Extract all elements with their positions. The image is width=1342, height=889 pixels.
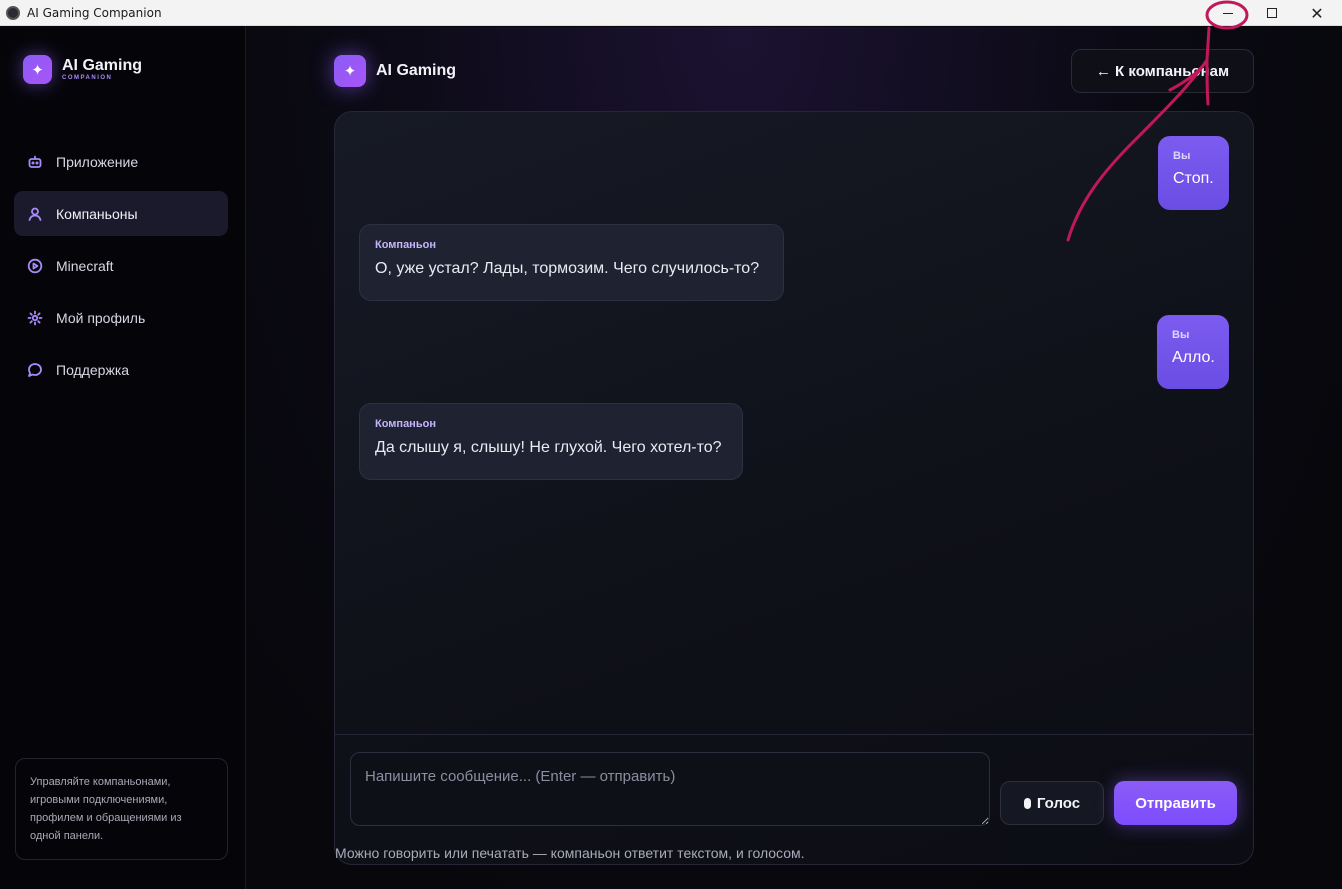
sidebar-item-companions[interactable]: Компаньоны: [14, 191, 228, 236]
companion-message: Компаньон О, уже устал? Лады, тормозим. …: [359, 224, 784, 301]
message-text: Стоп.: [1173, 170, 1214, 187]
message-text: Алло.: [1172, 349, 1215, 366]
back-to-companions-button[interactable]: ← К компаньонам: [1071, 49, 1254, 93]
chat-panel: Вы Стоп. Компаньон О, уже устал? Лады, т…: [334, 111, 1254, 865]
sidebar-item-label: Мой профиль: [56, 309, 146, 326]
sidebar-item-app[interactable]: Приложение: [14, 139, 228, 184]
message-sender: Вы: [1172, 329, 1190, 341]
brand-logo[interactable]: ✦ AI Gaming COMPANION: [23, 55, 142, 84]
brand-text: AI Gaming COMPANION: [62, 57, 143, 82]
user-icon: [27, 206, 43, 222]
message-composer: Голос Отправить Можно говорить или печат…: [335, 734, 1253, 864]
gear-icon: [27, 310, 43, 326]
microphone-icon: [1023, 797, 1031, 809]
message-sender: Компаньон: [375, 239, 436, 251]
composer-hint: Можно говорить или печатать — компаньон …: [335, 845, 805, 861]
sidebar-item-support[interactable]: Поддержка: [14, 347, 228, 392]
sidebar-info-note: Управляйте компаньонами, игровыми подклю…: [15, 758, 228, 860]
sidebar-item-label: Minecraft: [56, 257, 114, 274]
window-titlebar: AI Gaming Companion ✕: [0, 0, 1342, 26]
sidebar: ✦ AI Gaming COMPANION Приложение Компань…: [0, 27, 246, 889]
app-icon: [6, 5, 20, 20]
voice-button-label: Голос: [1036, 794, 1081, 812]
message-sender: Компаньон: [375, 418, 436, 430]
page-title: AI Gaming: [376, 62, 457, 79]
sidebar-nav: Приложение Компаньоны Minecraft Мой проф…: [14, 139, 228, 399]
sidebar-item-profile[interactable]: Мой профиль: [14, 295, 228, 340]
brand-subtitle: COMPANION: [62, 75, 113, 81]
close-button[interactable]: ✕: [1294, 0, 1340, 26]
play-circle-icon: [27, 258, 43, 274]
message-sender: Вы: [1173, 150, 1191, 162]
sparkle-icon: ✦: [334, 55, 366, 87]
message-list[interactable]: Вы Стоп. Компаньон О, уже устал? Лады, т…: [335, 112, 1253, 734]
minimize-icon: [1223, 12, 1233, 14]
close-icon: ✕: [1310, 3, 1324, 23]
voice-button[interactable]: Голос: [1000, 781, 1104, 825]
user-message: Вы Стоп.: [1158, 136, 1229, 210]
send-button[interactable]: Отправить: [1114, 781, 1237, 825]
sidebar-item-label: Поддержка: [56, 361, 130, 378]
message-text: Да слышу я, слышу! Не глухой. Чего хотел…: [375, 439, 722, 456]
chat-bubble-icon: [27, 362, 43, 378]
robot-icon: [27, 154, 43, 170]
minimize-button[interactable]: [1205, 0, 1251, 26]
message-text: О, уже устал? Лады, тормозим. Чего случи…: [375, 260, 760, 277]
companion-message: Компаньон Да слышу я, слышу! Не глухой. …: [359, 403, 743, 480]
header-brand: ✦ AI Gaming: [334, 55, 456, 87]
sparkle-icon: ✦: [23, 55, 52, 84]
sidebar-item-label: Приложение: [56, 153, 139, 170]
message-input[interactable]: [350, 752, 990, 826]
main-area: ✦ AI Gaming ← К компаньонам Вы Стоп. Ком…: [247, 27, 1342, 889]
sidebar-item-label: Компаньоны: [56, 205, 138, 222]
sidebar-item-minecraft[interactable]: Minecraft: [14, 243, 228, 288]
window-title: AI Gaming Companion: [27, 5, 162, 20]
maximize-icon: [1267, 8, 1277, 18]
user-message: Вы Алло.: [1157, 315, 1229, 389]
brand-title: AI Gaming: [62, 57, 143, 74]
maximize-button[interactable]: [1249, 0, 1295, 26]
